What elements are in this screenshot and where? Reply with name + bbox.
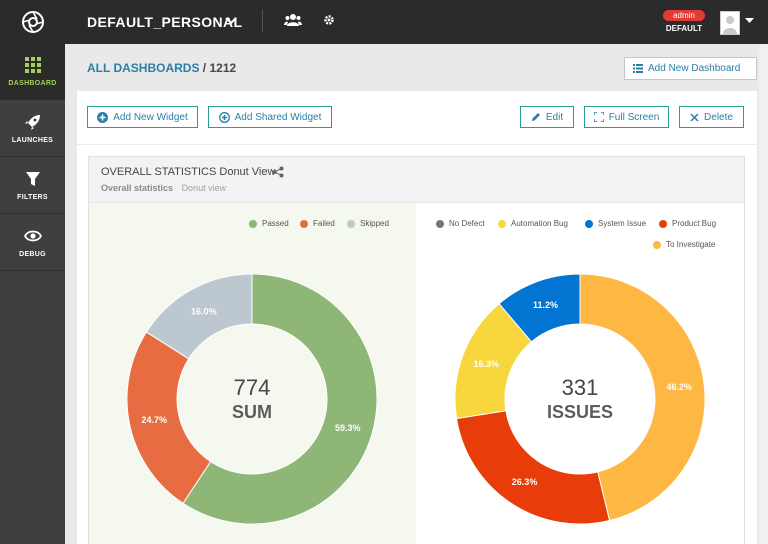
- sidebar-item-launches[interactable]: LAUNCHES: [0, 101, 65, 157]
- members-icon[interactable]: [284, 13, 302, 27]
- avatar[interactable]: [720, 11, 740, 35]
- donut-slice-product-bug[interactable]: [455, 410, 611, 524]
- sidebar-item-filters[interactable]: FILTERS: [0, 158, 65, 214]
- page-scrollbar[interactable]: [759, 44, 768, 544]
- panel-divider: [77, 144, 757, 145]
- donut-total-value: 774: [233, 375, 271, 400]
- widget-subtitle-name: Overall statistics: [101, 183, 174, 193]
- user-name: DEFAULT: [665, 24, 703, 33]
- sidebar-item-label: DASHBOARD: [8, 80, 57, 87]
- full-screen-label: Full Screen: [608, 111, 660, 123]
- legend-label: Passed: [262, 219, 289, 228]
- sidebar-item-label: FILTERS: [17, 194, 48, 201]
- add-new-widget-button[interactable]: Add New Widget: [87, 106, 198, 128]
- delete-button[interactable]: Delete: [679, 106, 744, 128]
- legend-dot: [653, 240, 661, 249]
- breadcrumb-current: 1212: [209, 61, 237, 75]
- donut-slice-label: 16.0%: [191, 306, 217, 316]
- legend-label: System Issue: [598, 219, 647, 228]
- donut-slice-label: 16.3%: [473, 359, 499, 369]
- legend-label: Automation Bug: [511, 219, 568, 228]
- grid-icon: [23, 56, 43, 74]
- legend-label: Product Bug: [672, 219, 717, 228]
- widget-title: OVERALL STATISTICS Donut View: [101, 166, 276, 178]
- add-new-widget-label: Add New Widget: [113, 111, 188, 123]
- list-add-icon: [633, 64, 643, 73]
- legend-label: No Defect: [449, 219, 485, 228]
- role-badge: admin: [663, 10, 705, 21]
- legend-dot: [659, 219, 667, 228]
- sidebar: DASHBOARD LAUNCHES FILTERS DEBUG: [0, 0, 65, 544]
- project-selector[interactable]: DEFAULT_PERSONAL: [87, 14, 243, 30]
- app-logo[interactable]: [0, 0, 65, 44]
- donut-slice-label: 24.7%: [141, 415, 167, 425]
- sidebar-item-debug[interactable]: DEBUG: [0, 215, 65, 271]
- legend-label: Skipped: [360, 219, 389, 228]
- user-silhouette-icon: [723, 16, 737, 34]
- legend-label: To Investigate: [666, 240, 716, 249]
- aperture-logo-icon: [21, 11, 44, 33]
- legend-item-automation-bug[interactable]: Automation Bug: [498, 219, 568, 228]
- edit-label: Edit: [545, 111, 564, 123]
- add-shared-widget-button[interactable]: Add Shared Widget: [208, 106, 332, 128]
- sidebar-item-dashboard[interactable]: DASHBOARD: [0, 44, 65, 100]
- eye-icon: [23, 227, 43, 245]
- donut-issues-value: 331: [561, 375, 599, 400]
- legend-item-to-investigate[interactable]: To Investigate: [653, 240, 715, 249]
- legend-dot: [498, 219, 506, 228]
- full-screen-button[interactable]: Full Screen: [584, 106, 669, 128]
- gear-icon[interactable]: [323, 14, 335, 26]
- donut-slice-label: 11.2%: [533, 300, 558, 310]
- header-divider: [262, 10, 263, 32]
- breadcrumb-separator: /: [202, 61, 207, 75]
- add-shared-widget-label: Add Shared Widget: [234, 111, 322, 123]
- donut-total-label: SUM: [232, 402, 272, 422]
- legend-item-product-bug[interactable]: Product Bug: [659, 219, 716, 228]
- sidebar-item-label: LAUNCHES: [11, 137, 54, 144]
- legend-dot: [249, 219, 257, 228]
- widget-header: OVERALL STATISTICS Donut View Overall st…: [89, 157, 744, 203]
- legend-item-skipped[interactable]: Skipped: [347, 219, 389, 228]
- legend-label: Failed: [313, 219, 335, 228]
- share-icon[interactable]: [272, 166, 284, 178]
- close-icon: [690, 112, 699, 122]
- rocket-icon: [23, 113, 43, 131]
- plus-circle-outline-icon: [218, 111, 230, 123]
- expand-icon: [593, 112, 604, 122]
- widget-subtitle: Overall statistics Donut view: [101, 183, 226, 193]
- legend-item-passed[interactable]: Passed: [249, 219, 289, 228]
- user-menu-chevron-icon[interactable]: [745, 17, 754, 24]
- legend-dot: [585, 219, 593, 228]
- chevron-down-icon[interactable]: [225, 16, 237, 26]
- delete-label: Delete: [704, 111, 733, 123]
- breadcrumb: ALL DASHBOARDS / 1212: [87, 61, 236, 75]
- donut-slice-label: 59.3%: [335, 423, 361, 433]
- filter-icon: [23, 170, 43, 188]
- legend-item-system-issue[interactable]: System Issue: [585, 219, 646, 228]
- breadcrumb-all-dashboards[interactable]: ALL DASHBOARDS: [87, 61, 199, 75]
- donut-slice-label: 46.2%: [667, 382, 693, 392]
- donut-slice-label: 26.3%: [512, 477, 538, 487]
- add-new-dashboard-button[interactable]: Add New Dashboard: [624, 57, 757, 80]
- plus-circle-icon: [97, 111, 109, 123]
- edit-button[interactable]: Edit: [520, 106, 574, 128]
- legend-dot: [300, 219, 308, 228]
- legend-dot: [347, 219, 355, 228]
- legend-dot: [436, 219, 444, 228]
- top-header: DEFAULT_PERSONAL admin DEFAULT: [65, 0, 768, 44]
- legend-item-no-defect[interactable]: No Defect: [436, 219, 485, 228]
- widget-subtitle-view: Donut view: [181, 183, 227, 193]
- pencil-icon: [531, 113, 540, 121]
- sidebar-item-label: DEBUG: [19, 251, 46, 258]
- legend-item-failed[interactable]: Failed: [300, 219, 335, 228]
- donut-issues-label: ISSUES: [546, 402, 614, 422]
- add-new-dashboard-label: Add New Dashboard: [648, 63, 741, 74]
